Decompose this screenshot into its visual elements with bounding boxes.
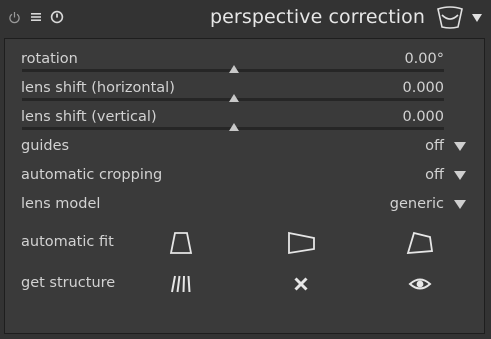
presets-icon[interactable]: [28, 9, 44, 25]
lens-shift-horizontal-marker[interactable]: [229, 94, 239, 102]
automatic-cropping-value[interactable]: off: [425, 167, 444, 183]
lens-shift-vertical-value[interactable]: 0.000: [402, 109, 444, 125]
fit-both-icon[interactable]: [405, 229, 435, 257]
rotation-marker[interactable]: [229, 65, 239, 73]
clear-structure-icon[interactable]: [290, 273, 312, 295]
module-perspective-icon: [436, 6, 464, 30]
get-structure-label: get structure: [21, 275, 116, 291]
lens-model-dropdown-arrow-icon[interactable]: [454, 200, 466, 209]
fit-horizontal-icon[interactable]: [287, 229, 317, 257]
rotation-label: rotation: [21, 51, 78, 67]
module-header[interactable]: perspective correction: [0, 0, 491, 36]
lens-model-value[interactable]: generic: [390, 196, 444, 212]
perspective-correction-module: perspective correction rotation 0.00° le…: [0, 0, 491, 339]
automatic-fit-label: automatic fit: [21, 234, 114, 250]
power-icon[interactable]: [6, 9, 22, 25]
lens-shift-vertical-marker[interactable]: [229, 123, 239, 131]
display-structure-icon[interactable]: [406, 273, 434, 295]
lens-shift-vertical-label: lens shift (vertical): [21, 109, 157, 125]
reset-icon[interactable]: [49, 9, 65, 25]
guides-dropdown-arrow-icon[interactable]: [454, 142, 466, 151]
structure-lines-icon[interactable]: [167, 272, 195, 296]
collapse-arrow-icon[interactable]: [470, 10, 484, 24]
module-panel: rotation 0.00° lens shift (horizontal) 0…: [4, 38, 485, 334]
guides-label: guides: [21, 138, 70, 154]
lens-shift-horizontal-label: lens shift (horizontal): [21, 80, 175, 96]
automatic-cropping-label: automatic cropping: [21, 167, 163, 183]
guides-value[interactable]: off: [425, 138, 444, 154]
lens-model-label: lens model: [21, 196, 101, 212]
module-title: perspective correction: [209, 6, 425, 28]
rotation-value[interactable]: 0.00°: [404, 51, 444, 67]
fit-vertical-icon[interactable]: [167, 229, 195, 257]
lens-shift-horizontal-value[interactable]: 0.000: [402, 80, 444, 96]
automatic-cropping-dropdown-arrow-icon[interactable]: [454, 171, 466, 180]
